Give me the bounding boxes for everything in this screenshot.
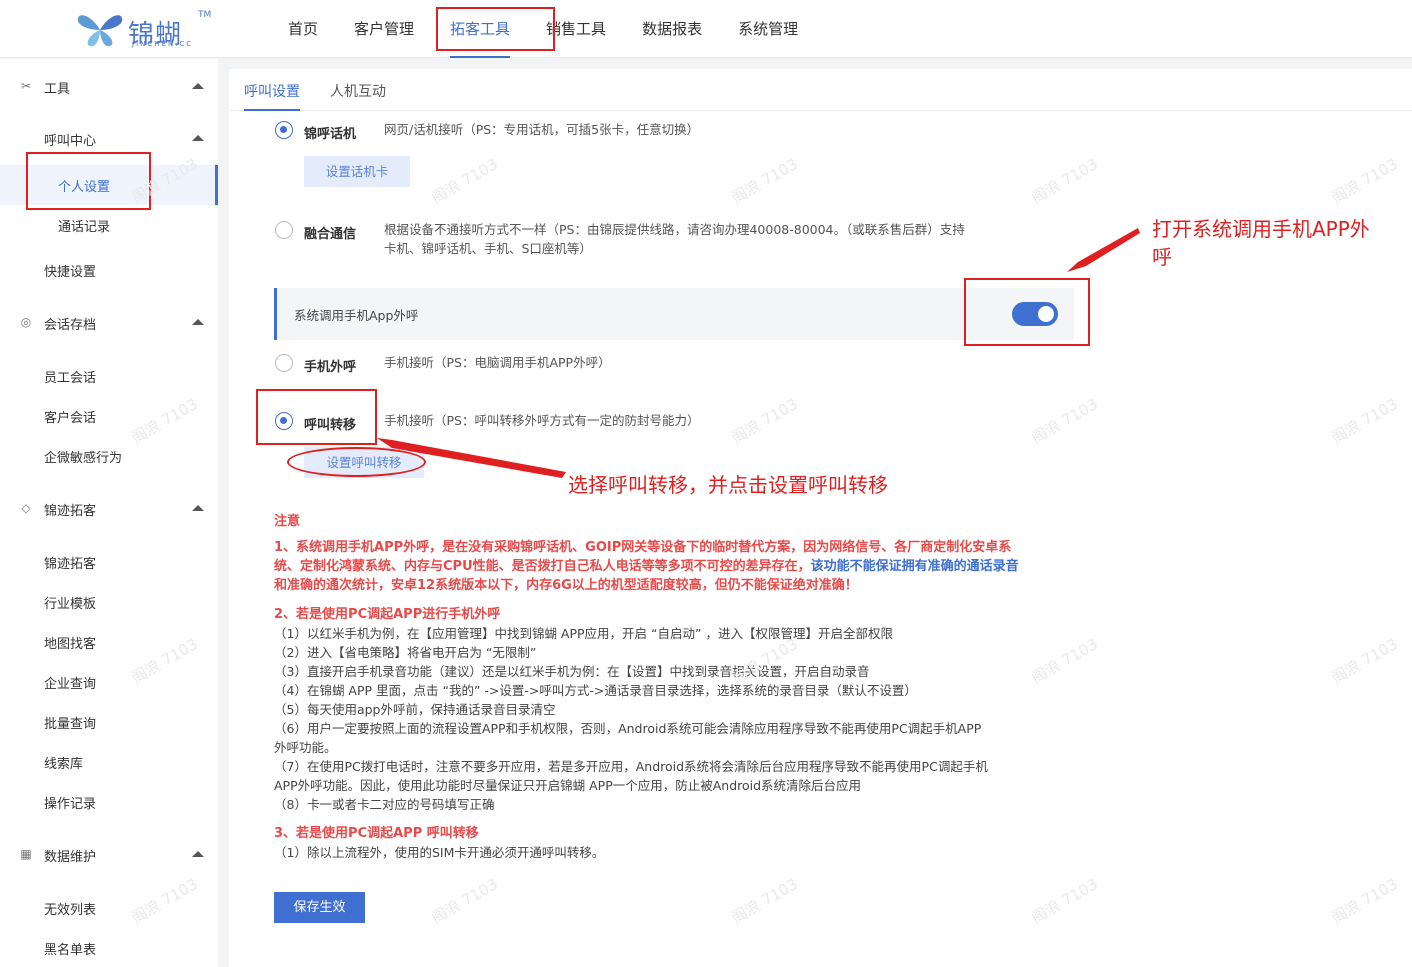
note-title: 注意 xyxy=(274,514,301,529)
sidebar-group-data-maintenance[interactable]: ▦ 数据维护 xyxy=(0,841,218,869)
note-step-1: （1）以红米手机为例，在【应用管理】中找到锦蝴 APP应用，开启 “自启动” ，… xyxy=(274,626,893,641)
annotation-sidebar-box xyxy=(26,152,151,210)
app-call-toggle-label: 系统调用手机App外呼 xyxy=(294,308,419,323)
annotation-toggle-hint-2: 呼 xyxy=(1152,245,1172,269)
option-desc-fusion-1: 根据设备不通接听方式不一样（PS：由锦辰提供线路，请咨询办理40008-8000… xyxy=(384,222,965,237)
calendar-icon: ▦ xyxy=(20,847,32,861)
sidebar-group-tools[interactable]: ✂ 工具 xyxy=(0,73,218,101)
chat-icon: ◎ xyxy=(20,315,32,329)
diamond-icon: ◇ xyxy=(21,501,31,515)
sidebar-item-map-search[interactable]: 地图找客 xyxy=(44,633,96,652)
sidebar-group-jinji[interactable]: ◇ 锦迹拓客 xyxy=(0,495,218,523)
sidebar-item-call-records[interactable]: 通话记录 xyxy=(58,216,110,235)
note-step-3: （3）直接开启手机录音功能（建议）还是以红米手机为例：在【设置】中找到录音相关设… xyxy=(274,664,870,679)
sidebar-item-quick-settings[interactable]: 快捷设置 xyxy=(44,261,96,280)
tab-human-machine[interactable]: 人机互动 xyxy=(330,81,386,101)
annotation-transfer-box xyxy=(256,389,377,445)
annotation-toggle-box xyxy=(964,278,1090,346)
annotation-transfer-hint: 选择呼叫转移，并点击设置呼叫转移 xyxy=(568,473,888,497)
radio-fusion[interactable] xyxy=(275,221,293,239)
note-heading-3: 3、若是使用PC调起APP 呼叫转移 xyxy=(274,826,479,841)
butterfly-logo-icon xyxy=(77,15,123,47)
note-step-6a: （6）用户一定要按照上面的流程设置APP和手机权限，否则，Android系统可能… xyxy=(274,721,982,736)
note-step-7a: （7）在使用PC拨打电话时，注意不要多开应用，若是多开应用，Android系统将… xyxy=(274,759,988,774)
note-transfer-step-1: （1）除以上流程外，使用的SIM卡开通必须开通呼叫转移。 xyxy=(274,845,605,860)
note-heading-2: 2、若是使用PC调起APP进行手机外呼 xyxy=(274,607,501,622)
caret-up-icon xyxy=(192,83,204,89)
note-p1-line3: 和准确的通次统计，安卓12系统版本以下，内存6G以上的机型适配度较高，但仍不能保… xyxy=(274,578,858,593)
set-phone-card-button[interactable]: 设置话机卡 xyxy=(304,156,410,187)
sidebar-item-jinji[interactable]: 锦迹拓客 xyxy=(44,553,96,572)
sidebar-active-indicator xyxy=(215,165,218,205)
sidebar-group-call-center[interactable]: 呼叫中心 xyxy=(0,125,218,153)
sidebar-item-industry-template[interactable]: 行业模板 xyxy=(44,593,96,612)
brand-domain: JINCHEN.CC xyxy=(132,40,194,48)
sidebar-item-batch-query[interactable]: 批量查询 xyxy=(44,713,96,732)
caret-up-icon xyxy=(192,851,204,857)
sidebar-item-lead-library[interactable]: 线索库 xyxy=(44,753,83,772)
sidebar-item-customer-chat[interactable]: 客户会话 xyxy=(44,407,96,426)
sidebar-item-invalid-list[interactable]: 无效列表 xyxy=(44,899,96,918)
option-title-fusion: 融合通信 xyxy=(304,227,357,242)
note-step-7b: APP外呼功能。因此，使用此功能时尽量保证只开启锦蝴 APP一个应用，防止被An… xyxy=(274,778,862,793)
option-desc-fusion-2: 卡机、锦呼话机、手机、S口座机等） xyxy=(384,241,592,256)
sidebar-item-sensitive-behavior[interactable]: 企微敏感行为 xyxy=(44,447,122,466)
save-button[interactable]: 保存生效 xyxy=(274,892,365,923)
settings-tabs: 呼叫设置 人机互动 xyxy=(229,69,1412,111)
option-title-mobile: 手机外呼 xyxy=(304,360,357,375)
app-call-toggle-row: 系统调用手机App外呼 xyxy=(274,288,1074,340)
nav-reports[interactable]: 数据报表 xyxy=(624,0,720,58)
top-header: 锦蝴 TM JINCHEN.CC 首页 客户管理 拓客工具 销售工具 数据报表 … xyxy=(0,0,1412,58)
note-step-5: （5）每天使用app外呼前，保持通话录音目录清空 xyxy=(274,702,556,717)
annotation-toggle-hint-1: 打开系统调用手机APP外 xyxy=(1152,217,1370,241)
annotation-transfer-button-ellipse xyxy=(287,447,426,477)
tools-icon: ✂ xyxy=(20,79,32,93)
option-title-jinhu: 锦呼话机 xyxy=(304,127,357,142)
radio-jinhu-phone[interactable] xyxy=(275,121,293,139)
note-p1-line1: 1、系统调用手机APP外呼，是在没有采购锦呼话机、GOIP网关等设备下的临时替代… xyxy=(274,540,1012,555)
caret-up-icon xyxy=(192,505,204,511)
note-step-8: （8）卡一或者卡二对应的号码填写正确 xyxy=(274,797,495,812)
annotation-nav-box xyxy=(436,7,555,51)
sidebar-item-blacklist[interactable]: 黑名单表 xyxy=(44,939,96,958)
note-step-2: （2）进入【省电策略】将省电开启为 “无限制” xyxy=(274,645,537,660)
nav-home[interactable]: 首页 xyxy=(270,0,336,58)
nav-system[interactable]: 系统管理 xyxy=(720,0,816,58)
main-panel: 呼叫设置 人机互动 锦呼话机 网页/话机接听（PS：专用话机，可插5张卡，任意切… xyxy=(229,69,1412,967)
tab-call-settings[interactable]: 呼叫设置 xyxy=(244,81,300,111)
sidebar-item-company-query[interactable]: 企业查询 xyxy=(44,673,96,692)
sidebar-group-chat-archive[interactable]: ◎ 会话存档 xyxy=(0,309,218,337)
nav-customer[interactable]: 客户管理 xyxy=(336,0,432,58)
radio-mobile-call[interactable] xyxy=(275,354,293,372)
option-desc-mobile: 手机接听（PS：电脑调用手机APP外呼） xyxy=(384,355,611,370)
sidebar-item-staff-chat[interactable]: 员工会话 xyxy=(44,367,96,386)
sidebar-item-operation-log[interactable]: 操作记录 xyxy=(44,793,96,812)
note-p1-line2: 统、定制化鸿蒙系统、内存与CPU性能、是否拨打自己私人电话等等多项不可控的差异存… xyxy=(274,559,1019,574)
caret-up-icon xyxy=(192,135,204,141)
option-desc-transfer: 手机接听（PS：呼叫转移外呼方式有一定的防封号能力） xyxy=(384,413,700,428)
note-step-4: （4）在锦蝴 APP 里面，点击 “我的” ->设置->呼叫方式->通话录音目录… xyxy=(274,683,917,698)
trademark: TM xyxy=(198,10,212,20)
brand-logo[interactable]: 锦蝴 TM JINCHEN.CC xyxy=(74,10,214,50)
note-p1-highlight: 该功能不能保证拥有准确的通话录音 xyxy=(810,559,1019,574)
option-desc-jinhu: 网页/话机接听（PS：专用话机，可插5张卡，任意切换） xyxy=(384,122,700,137)
note-step-6b: 外呼功能。 xyxy=(274,740,337,755)
caret-up-icon xyxy=(192,319,204,325)
